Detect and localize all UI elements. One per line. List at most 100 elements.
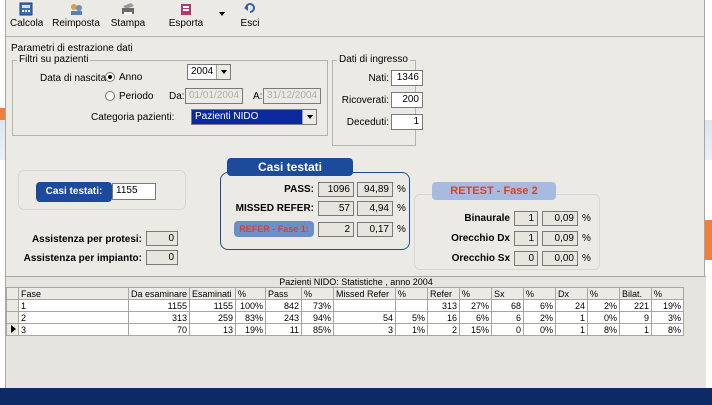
patient-filter-legend: Filtri su pazienti bbox=[17, 54, 91, 65]
table-cell[interactable]: 0 bbox=[491, 323, 525, 336]
row-indicator[interactable] bbox=[6, 311, 19, 324]
stampa-button[interactable]: Stampa bbox=[108, 2, 148, 29]
column-header[interactable]: Bilat. bbox=[619, 287, 653, 300]
table-cell[interactable]: 54 bbox=[333, 311, 397, 324]
table-cell[interactable]: 1 bbox=[555, 311, 589, 324]
table-cell[interactable]: 2% bbox=[587, 299, 621, 312]
table-cell[interactable]: 6% bbox=[459, 311, 493, 324]
table-cell[interactable]: 1 bbox=[619, 323, 653, 336]
table-cell[interactable]: 83% bbox=[235, 311, 267, 324]
year-select[interactable]: 2004 bbox=[187, 64, 231, 80]
year-select-value: 2004 bbox=[191, 66, 214, 77]
table-cell[interactable]: 24 bbox=[555, 299, 589, 312]
table-cell[interactable] bbox=[333, 299, 397, 312]
table-cell[interactable]: 3 bbox=[333, 323, 397, 336]
input-data-group: Dati di ingresso Nati: 1346 Ricoverati: … bbox=[332, 54, 423, 146]
column-header[interactable]: Missed Refer bbox=[333, 287, 397, 300]
from-date-input[interactable]: 01/01/2004 bbox=[185, 88, 243, 104]
left-ear-percent: 0,00 bbox=[542, 251, 578, 266]
table-cell[interactable]: 842 bbox=[265, 299, 303, 312]
column-header[interactable]: % bbox=[523, 287, 557, 300]
ricoverati-input[interactable]: 200 bbox=[391, 92, 423, 108]
category-select[interactable]: Pazienti NIDO bbox=[191, 109, 317, 125]
missed-refer-value: 57 bbox=[318, 201, 354, 216]
table-cell[interactable]: 16 bbox=[427, 311, 461, 324]
table-cell[interactable]: 68 bbox=[491, 299, 525, 312]
calcola-button[interactable]: Calcola bbox=[10, 2, 43, 29]
implant-assistance-value: 0 bbox=[146, 250, 178, 265]
table-cell[interactable]: 259 bbox=[189, 311, 237, 324]
binaural-label: Binaurale bbox=[464, 213, 510, 224]
chevron-down-icon[interactable] bbox=[216, 65, 230, 79]
column-header[interactable]: Refer bbox=[427, 287, 461, 300]
column-header[interactable]: Pass bbox=[265, 287, 303, 300]
table-cell[interactable]: 1155 bbox=[189, 299, 237, 312]
esporta-button[interactable]: Esporta bbox=[164, 2, 208, 29]
table-cell[interactable]: 9 bbox=[619, 311, 653, 324]
table-cell[interactable]: 85% bbox=[301, 323, 335, 336]
table-cell[interactable]: 1 bbox=[18, 299, 129, 312]
table-cell[interactable]: 1 bbox=[555, 323, 589, 336]
table-cell[interactable]: 243 bbox=[265, 311, 303, 324]
table-cell[interactable]: 73% bbox=[301, 299, 335, 312]
nati-input[interactable]: 1346 bbox=[391, 70, 423, 86]
column-header[interactable]: Dx bbox=[555, 287, 589, 300]
table-cell[interactable]: 8% bbox=[651, 323, 685, 336]
binaural-percent-sign: % bbox=[582, 213, 591, 224]
statistics-table[interactable]: Fase Da esaminare Esaminati % Pass % Mis… bbox=[6, 287, 685, 336]
column-header[interactable]: % bbox=[395, 287, 429, 300]
table-cell[interactable]: 15% bbox=[459, 323, 493, 336]
nati-label: Nati: bbox=[368, 73, 389, 84]
esporta-dropdown-arrow[interactable] bbox=[219, 12, 225, 16]
table-cell[interactable]: 11 bbox=[265, 323, 303, 336]
table-cell[interactable]: 0% bbox=[587, 311, 621, 324]
column-header[interactable]: % bbox=[651, 287, 685, 300]
table-row[interactable]: 3 70 13 19% 11 85% 3 1% 2 15% 0 0% 1 8% 1 8% bbox=[6, 323, 685, 336]
column-header[interactable]: Da esaminare bbox=[127, 287, 191, 300]
column-header[interactable]: Esaminati bbox=[189, 287, 237, 300]
esci-button[interactable]: Esci bbox=[238, 2, 262, 29]
esporta-label: Esporta bbox=[168, 18, 204, 29]
table-cell[interactable]: 3% bbox=[651, 311, 685, 324]
table-cell[interactable]: 3 bbox=[18, 323, 129, 336]
table-cell[interactable]: 94% bbox=[301, 311, 335, 324]
table-cell[interactable]: 6% bbox=[523, 299, 557, 312]
column-header[interactable]: Fase bbox=[18, 287, 129, 300]
table-cell[interactable]: 221 bbox=[619, 299, 653, 312]
table-cell[interactable]: 5% bbox=[395, 311, 429, 324]
reimposta-button[interactable]: Reimposta bbox=[52, 2, 100, 29]
table-cell[interactable]: 2 bbox=[427, 323, 461, 336]
table-cell[interactable]: 19% bbox=[235, 323, 267, 336]
table-cell[interactable]: 13 bbox=[189, 323, 237, 336]
column-header[interactable]: % bbox=[459, 287, 493, 300]
table-cell[interactable]: 2 bbox=[18, 311, 129, 324]
table-row[interactable]: 1 1155 1155 100% 842 73% 313 27% 68 6% 24 2% 221 19% bbox=[6, 299, 685, 312]
table-cell[interactable]: 6 bbox=[491, 311, 525, 324]
deceduti-input[interactable]: 1 bbox=[391, 114, 423, 130]
table-cell[interactable]: 313 bbox=[427, 299, 461, 312]
statistics-grid-panel: Pazienti NIDO: Statistiche , anno 2004 F… bbox=[6, 276, 706, 388]
table-cell[interactable]: 100% bbox=[235, 299, 267, 312]
table-cell[interactable]: 27% bbox=[459, 299, 493, 312]
table-cell[interactable]: 1% bbox=[395, 323, 429, 336]
table-cell[interactable]: 0% bbox=[523, 323, 557, 336]
column-header[interactable]: % bbox=[301, 287, 335, 300]
table-cell[interactable] bbox=[395, 299, 429, 312]
row-indicator[interactable] bbox=[6, 299, 19, 312]
year-radio[interactable] bbox=[105, 72, 115, 82]
column-header[interactable]: % bbox=[587, 287, 621, 300]
column-header[interactable]: % bbox=[235, 287, 267, 300]
table-cell[interactable]: 70 bbox=[127, 323, 191, 336]
column-header[interactable]: Sx bbox=[491, 287, 525, 300]
params-title: Parametri di estrazione dati bbox=[11, 43, 133, 54]
row-indicator[interactable] bbox=[6, 323, 19, 336]
chevron-down-icon[interactable] bbox=[302, 110, 316, 124]
to-date-input[interactable]: 31/12/2004 bbox=[263, 88, 321, 104]
table-cell[interactable]: 1155 bbox=[127, 299, 191, 312]
table-cell[interactable]: 8% bbox=[587, 323, 621, 336]
period-radio[interactable] bbox=[105, 91, 115, 101]
table-cell[interactable]: 313 bbox=[127, 311, 191, 324]
table-cell[interactable]: 19% bbox=[651, 299, 685, 312]
table-cell[interactable]: 2% bbox=[523, 311, 557, 324]
table-row[interactable]: 2 313 259 83% 243 94% 54 5% 16 6% 6 2% 1 0% 9 3% bbox=[6, 311, 685, 324]
